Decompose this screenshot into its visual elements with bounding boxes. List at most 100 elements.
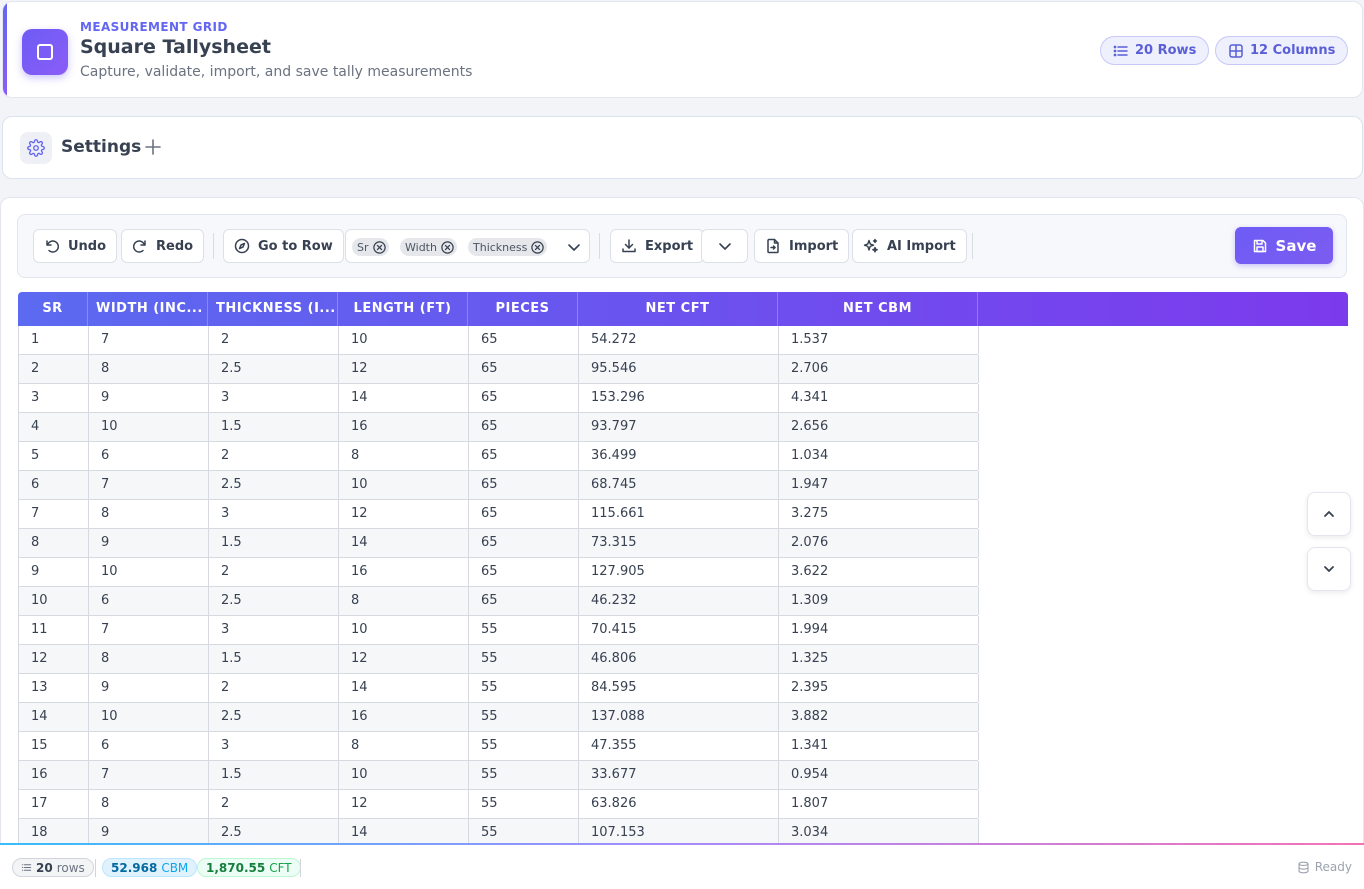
table-cell[interactable]: 12 [339, 500, 469, 528]
table-row[interactable]: 6 7 2.5 10 65 68.745 1.947 [18, 471, 979, 500]
table-cell[interactable]: 1.5 [209, 761, 339, 789]
table-cell[interactable]: 10 [339, 616, 469, 644]
table-cell[interactable]: 65 [469, 355, 579, 383]
table-row[interactable]: 10 6 2.5 8 65 46.232 1.309 [18, 587, 979, 616]
table-cell[interactable]: 2.5 [209, 471, 339, 499]
table-row[interactable]: 13 9 2 14 55 84.595 2.395 [18, 674, 979, 703]
chevron-down-icon[interactable] [565, 238, 583, 256]
table-cell[interactable]: 153.296 [579, 384, 779, 412]
table-cell[interactable]: 65 [469, 413, 579, 441]
settings-panel[interactable]: Settings [2, 116, 1363, 179]
table-cell[interactable]: 1.5 [209, 645, 339, 673]
table-cell[interactable]: 10 [89, 558, 209, 586]
table-cell[interactable]: 8 [339, 587, 469, 615]
table-cell[interactable]: 33.677 [579, 761, 779, 789]
column-header-pieces[interactable]: PIECES [468, 292, 578, 326]
table-row[interactable]: 11 7 3 10 55 70.415 1.994 [18, 616, 979, 645]
table-cell[interactable]: 84.595 [579, 674, 779, 702]
table-cell[interactable]: 65 [469, 471, 579, 499]
table-cell[interactable]: 1.5 [209, 413, 339, 441]
table-cell[interactable]: 2.076 [779, 529, 979, 557]
table-cell[interactable]: 2.395 [779, 674, 979, 702]
table-cell[interactable]: 16 [339, 558, 469, 586]
export-button[interactable]: Export [610, 229, 705, 263]
table-cell[interactable]: 3 [209, 616, 339, 644]
table-row[interactable]: 17 8 2 12 55 63.826 1.807 [18, 790, 979, 819]
table-cell[interactable]: 55 [469, 703, 579, 731]
table-cell[interactable]: 6 [89, 442, 209, 470]
table-cell[interactable]: 10 [89, 413, 209, 441]
scroll-down-button[interactable] [1307, 547, 1351, 591]
table-row[interactable]: 9 10 2 16 65 127.905 3.622 [18, 558, 979, 587]
table-cell[interactable]: 10 [89, 703, 209, 731]
table-cell[interactable]: 46.232 [579, 587, 779, 615]
table-cell[interactable]: 3 [209, 732, 339, 760]
table-cell[interactable]: 11 [19, 616, 89, 644]
table-cell[interactable]: 6 [19, 471, 89, 499]
redo-button[interactable]: Redo [121, 229, 205, 263]
remove-tag-icon[interactable] [440, 240, 455, 255]
table-cell[interactable]: 14 [19, 703, 89, 731]
table-row[interactable]: 1 7 2 10 65 54.272 1.537 [18, 326, 979, 355]
table-cell[interactable]: 10 [339, 326, 469, 354]
table-cell[interactable]: 55 [469, 674, 579, 702]
table-cell[interactable]: 15 [19, 732, 89, 760]
table-cell[interactable]: 8 [89, 355, 209, 383]
table-cell[interactable]: 1.325 [779, 645, 979, 673]
table-row[interactable]: 7 8 3 12 65 115.661 3.275 [18, 500, 979, 529]
table-cell[interactable]: 2.5 [209, 355, 339, 383]
column-header-net-cbm[interactable]: NET CBM [778, 292, 978, 326]
table-cell[interactable]: 2.706 [779, 355, 979, 383]
import-button[interactable]: Import [754, 229, 850, 263]
table-cell[interactable]: 63.826 [579, 790, 779, 818]
table-cell[interactable]: 16 [339, 703, 469, 731]
table-row[interactable]: 4 10 1.5 16 65 93.797 2.656 [18, 413, 979, 442]
table-cell[interactable]: 12 [339, 355, 469, 383]
table-row[interactable]: 3 9 3 14 65 153.296 4.341 [18, 384, 979, 413]
table-cell[interactable]: 1.341 [779, 732, 979, 760]
table-cell[interactable]: 8 [89, 500, 209, 528]
table-cell[interactable]: 6 [89, 732, 209, 760]
table-cell[interactable]: 2.656 [779, 413, 979, 441]
table-row[interactable]: 14 10 2.5 16 55 137.088 3.882 [18, 703, 979, 732]
column-tag-thickness[interactable]: Thickness [468, 238, 548, 256]
remove-tag-icon[interactable] [372, 240, 387, 255]
table-cell[interactable]: 127.905 [579, 558, 779, 586]
table-row[interactable]: 5 6 2 8 65 36.499 1.034 [18, 442, 979, 471]
table-cell[interactable]: 47.355 [579, 732, 779, 760]
table-cell[interactable]: 10 [19, 587, 89, 615]
table-cell[interactable]: 55 [469, 761, 579, 789]
table-cell[interactable]: 4.341 [779, 384, 979, 412]
table-cell[interactable]: 0.954 [779, 761, 979, 789]
table-cell[interactable]: 54.272 [579, 326, 779, 354]
table-cell[interactable]: 2 [209, 674, 339, 702]
table-cell[interactable]: 6 [89, 587, 209, 615]
export-dropdown-button[interactable] [701, 229, 748, 263]
table-cell[interactable]: 8 [339, 442, 469, 470]
table-cell[interactable]: 8 [339, 732, 469, 760]
table-cell[interactable]: 16 [339, 413, 469, 441]
table-cell[interactable]: 16 [19, 761, 89, 789]
table-cell[interactable]: 3 [209, 500, 339, 528]
table-cell[interactable]: 55 [469, 616, 579, 644]
table-cell[interactable]: 7 [89, 471, 209, 499]
table-cell[interactable]: 1.309 [779, 587, 979, 615]
table-cell[interactable]: 9 [89, 674, 209, 702]
table-cell[interactable]: 70.415 [579, 616, 779, 644]
go-to-row-button[interactable]: Go to Row [223, 229, 344, 263]
table-cell[interactable]: 2.5 [209, 587, 339, 615]
column-header-sr[interactable]: SR [18, 292, 88, 326]
table-cell[interactable]: 68.745 [579, 471, 779, 499]
table-cell[interactable]: 17 [19, 790, 89, 818]
table-cell[interactable]: 65 [469, 500, 579, 528]
column-filter-select[interactable]: Sr Width Thickness [345, 229, 590, 263]
table-cell[interactable]: 65 [469, 587, 579, 615]
column-header-thickness[interactable]: THICKNESS (I... [208, 292, 338, 326]
table-cell[interactable]: 7 [89, 616, 209, 644]
table-cell[interactable]: 7 [89, 761, 209, 789]
undo-button[interactable]: Undo [33, 229, 118, 263]
ai-import-button[interactable]: AI Import [852, 229, 967, 263]
table-cell[interactable]: 10 [339, 471, 469, 499]
table-cell[interactable]: 3.622 [779, 558, 979, 586]
table-cell[interactable]: 1.537 [779, 326, 979, 354]
